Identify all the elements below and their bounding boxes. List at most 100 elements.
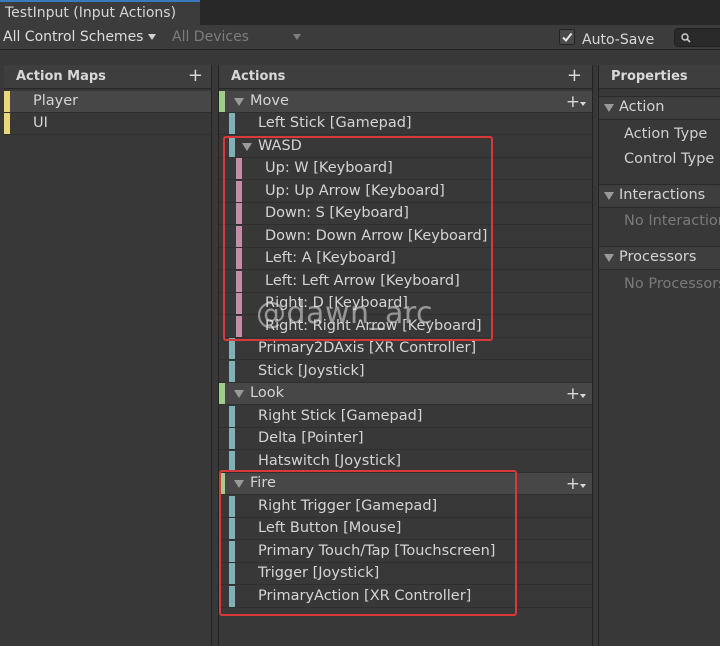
composite-part-row[interactable]: Down: Down Arrow [Keyboard] bbox=[219, 226, 592, 248]
actions-header: Actions + bbox=[219, 65, 592, 89]
part-label: Right: D [Keyboard] bbox=[265, 295, 408, 311]
binding-label: Hatswitch [Joystick] bbox=[258, 453, 402, 469]
action-label: Fire bbox=[250, 475, 276, 491]
binding-row[interactable]: PrimaryAction [XR Controller] bbox=[219, 586, 592, 608]
properties-pane: Properties Action Action Type Control Ty… bbox=[598, 65, 720, 646]
add-binding-button[interactable]: + bbox=[566, 474, 586, 494]
tab-strip: TestInput (Input Actions) bbox=[0, 0, 720, 25]
expand-caret-icon[interactable] bbox=[234, 98, 244, 106]
add-action-map-button[interactable]: + bbox=[188, 67, 203, 85]
action-row-fire[interactable]: Fire + bbox=[219, 473, 592, 495]
binding-label: Left Stick [Gamepad] bbox=[258, 115, 412, 131]
action-map-item-ui[interactable]: UI bbox=[4, 113, 211, 135]
part-label: Up: Up Arrow [Keyboard] bbox=[265, 183, 445, 199]
processors-section-header[interactable]: Processors bbox=[599, 246, 720, 270]
interactions-section-label: Interactions bbox=[619, 187, 706, 203]
actions-pane: Actions + Move + Left Stick [Gamepad] WA… bbox=[218, 65, 593, 646]
composite-part-row[interactable]: Up: W [Keyboard] bbox=[219, 158, 592, 180]
window-tab[interactable]: TestInput (Input Actions) bbox=[0, 0, 200, 25]
action-section-label: Action bbox=[619, 99, 665, 115]
binding-label: Right Stick [Gamepad] bbox=[258, 408, 423, 424]
binding-label: Right Trigger [Gamepad] bbox=[258, 498, 438, 514]
binding-color-strip bbox=[229, 518, 235, 539]
binding-row[interactable]: Primary2DAxis [XR Controller] bbox=[219, 338, 592, 360]
binding-row[interactable]: Trigger [Joystick] bbox=[219, 563, 592, 585]
binding-row[interactable]: Right Trigger [Gamepad] bbox=[219, 496, 592, 518]
binding-row[interactable]: Left Button [Mouse] bbox=[219, 518, 592, 540]
binding-color-strip bbox=[229, 406, 235, 427]
composite-part-row[interactable]: Up: Up Arrow [Keyboard] bbox=[219, 181, 592, 203]
expand-caret-icon[interactable] bbox=[234, 390, 244, 398]
composite-part-row[interactable]: Left: Left Arrow [Keyboard] bbox=[219, 271, 592, 293]
interactions-section-header[interactable]: Interactions bbox=[599, 184, 720, 208]
action-row-move[interactable]: Move + bbox=[219, 91, 592, 113]
add-binding-button[interactable]: + bbox=[566, 384, 586, 404]
binding-color-strip bbox=[229, 338, 235, 359]
binding-label: Stick [Joystick] bbox=[258, 363, 365, 379]
auto-save-label: Auto-Save bbox=[582, 32, 655, 48]
binding-label: Primary2DAxis [XR Controller] bbox=[258, 340, 477, 356]
composite-part-row[interactable]: Left: A [Keyboard] bbox=[219, 248, 592, 270]
chevron-down-icon bbox=[148, 34, 157, 40]
action-color-strip bbox=[219, 383, 225, 404]
binding-label: Trigger [Joystick] bbox=[258, 565, 380, 581]
action-type-label: Action Type bbox=[624, 126, 708, 142]
part-label: Left: A [Keyboard] bbox=[265, 250, 396, 266]
window-tab-title: TestInput (Input Actions) bbox=[5, 5, 177, 21]
binding-row[interactable]: Right Stick [Gamepad] bbox=[219, 406, 592, 428]
expand-caret-icon[interactable] bbox=[242, 143, 252, 151]
binding-row[interactable]: Delta [Pointer] bbox=[219, 428, 592, 450]
properties-title: Properties bbox=[611, 69, 688, 84]
action-label: Look bbox=[250, 385, 284, 401]
action-maps-title: Action Maps bbox=[16, 69, 106, 84]
action-color-strip bbox=[219, 91, 225, 112]
add-binding-button[interactable]: + bbox=[566, 92, 586, 112]
actions-title: Actions bbox=[231, 69, 286, 84]
binding-color-strip bbox=[229, 586, 235, 607]
expand-caret-icon[interactable] bbox=[234, 480, 244, 488]
action-map-label: Player bbox=[33, 93, 79, 109]
auto-save-checkbox[interactable] bbox=[559, 29, 575, 45]
part-label: Up: W [Keyboard] bbox=[265, 160, 393, 176]
chevron-down-icon bbox=[292, 34, 301, 40]
control-type-label: Control Type bbox=[624, 151, 715, 167]
part-label: Down: S [Keyboard] bbox=[265, 205, 409, 221]
search-input[interactable] bbox=[674, 28, 720, 47]
part-color-strip bbox=[236, 316, 242, 337]
part-color-strip bbox=[236, 158, 242, 179]
binding-label: Primary Touch/Tap [Touchscreen] bbox=[258, 543, 496, 559]
composite-label: WASD bbox=[258, 138, 302, 154]
no-processors-text: No Processors bbox=[624, 276, 720, 292]
binding-label: PrimaryAction [XR Controller] bbox=[258, 588, 472, 604]
part-color-strip bbox=[236, 226, 242, 247]
binding-label: Left Button [Mouse] bbox=[258, 520, 402, 536]
toolbar: All Control Schemes All Devices Auto-Sav… bbox=[0, 25, 720, 50]
composite-row-wasd[interactable]: WASD bbox=[219, 136, 592, 158]
binding-row[interactable]: Hatswitch [Joystick] bbox=[219, 451, 592, 473]
binding-label: Delta [Pointer] bbox=[258, 430, 364, 446]
composite-part-row[interactable]: Down: S [Keyboard] bbox=[219, 203, 592, 225]
action-maps-header: Action Maps + bbox=[4, 65, 211, 89]
binding-color-strip bbox=[229, 563, 235, 584]
action-section-header[interactable]: Action bbox=[599, 96, 720, 120]
composite-part-row[interactable]: Right: D [Keyboard] bbox=[219, 293, 592, 315]
binding-row[interactable]: Stick [Joystick] bbox=[219, 361, 592, 383]
control-schemes-dropdown[interactable]: All Control Schemes bbox=[3, 29, 157, 45]
composite-part-row[interactable]: Right: Right Arrow [Keyboard] bbox=[219, 316, 592, 338]
binding-color-strip bbox=[229, 428, 235, 449]
binding-color-strip bbox=[229, 451, 235, 472]
action-maps-pane: Action Maps + Player UI bbox=[4, 65, 212, 646]
part-label: Right: Right Arrow [Keyboard] bbox=[265, 318, 482, 334]
part-color-strip bbox=[236, 271, 242, 292]
action-map-item-player[interactable]: Player bbox=[4, 91, 211, 113]
action-row-look[interactable]: Look + bbox=[219, 383, 592, 405]
binding-color-strip bbox=[229, 113, 235, 134]
add-action-button[interactable]: + bbox=[567, 67, 582, 85]
collapse-caret-icon bbox=[604, 192, 614, 200]
binding-row[interactable]: Left Stick [Gamepad] bbox=[219, 113, 592, 135]
devices-dropdown[interactable]: All Devices bbox=[172, 29, 301, 45]
binding-color-strip bbox=[229, 541, 235, 562]
action-map-label: UI bbox=[33, 115, 48, 131]
binding-row[interactable]: Primary Touch/Tap [Touchscreen] bbox=[219, 541, 592, 563]
part-color-strip bbox=[236, 181, 242, 202]
